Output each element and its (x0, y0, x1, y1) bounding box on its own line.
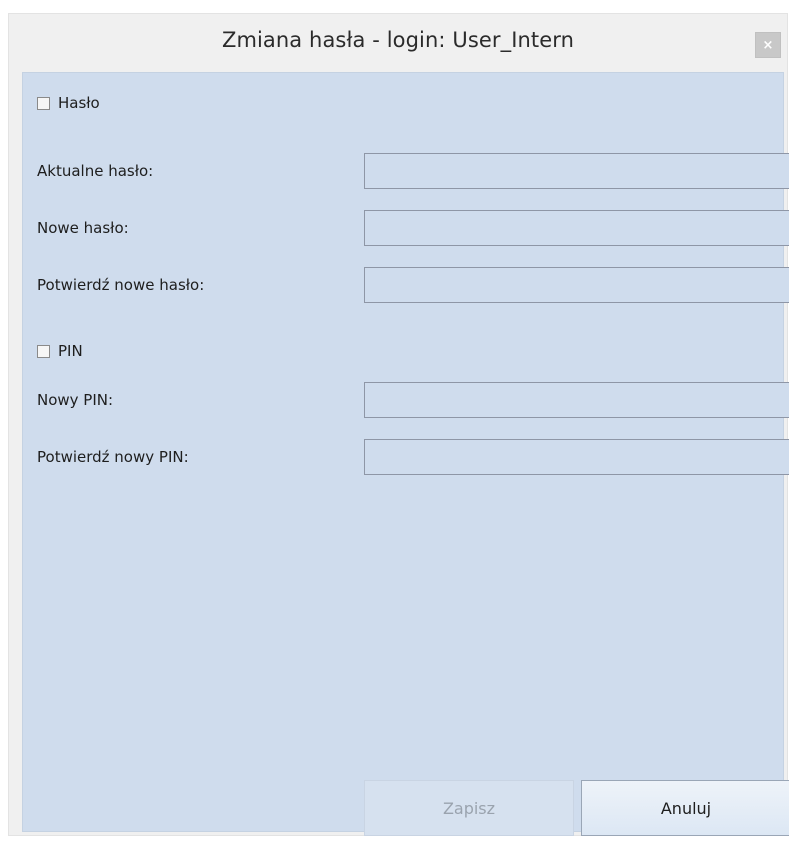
confirm-password-field[interactable] (364, 267, 789, 303)
save-button[interactable]: Zapisz (364, 780, 574, 836)
cancel-button[interactable]: Anuluj (581, 780, 789, 836)
new-password-field[interactable] (364, 210, 789, 246)
title-bar: Zmiana hasła - login: User_Intern × (9, 14, 787, 72)
new-pin-field[interactable] (364, 382, 789, 418)
confirm-password-label: Potwierdź nowe hasło: (37, 276, 205, 294)
dialog-title: Zmiana hasła - login: User_Intern (221, 28, 575, 52)
password-checkbox[interactable] (37, 96, 50, 110)
close-button[interactable]: × (755, 32, 781, 58)
close-icon: × (762, 37, 774, 53)
pin-checkbox-row[interactable]: PIN (37, 333, 83, 369)
pin-checkbox-label: PIN (58, 342, 83, 360)
new-pin-label: Nowy PIN: (37, 391, 114, 409)
form-panel: Hasło Aktualne hasło: Nowe hasło: Potwie… (22, 72, 789, 836)
current-password-label: Aktualne hasło: (37, 162, 154, 180)
current-password-field[interactable] (364, 153, 789, 189)
confirm-pin-label: Potwierdź nowy PIN: (37, 448, 189, 466)
confirm-pin-field[interactable] (364, 439, 789, 475)
change-password-dialog: Zmiana hasła - login: User_Intern × Hasł… (8, 13, 789, 836)
new-password-label: Nowe hasło: (37, 219, 129, 237)
password-checkbox-row[interactable]: Hasło (37, 85, 100, 121)
password-checkbox-label: Hasło (58, 94, 100, 112)
pin-checkbox[interactable] (37, 344, 50, 358)
